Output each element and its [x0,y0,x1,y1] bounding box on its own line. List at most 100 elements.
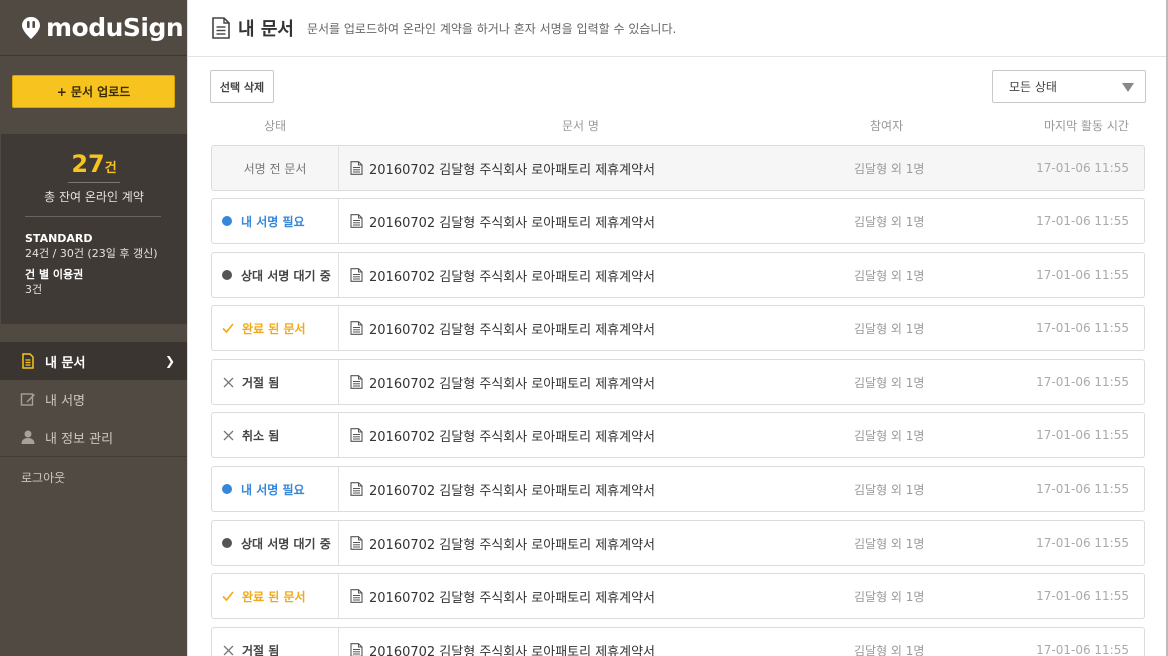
check-icon [222,590,234,602]
status-filter-value: 모든 상태 [1009,80,1057,94]
row-document-name: 20160702 김달형 주식회사 로아패토리 제휴계약서 [369,429,656,445]
column-header-status: 상태 [264,119,287,133]
row-status: 내 서명 필요 [212,199,339,243]
file-icon [350,536,369,550]
row-status-label: 상대 서명 대기 중 [241,536,331,551]
status-dot-icon [222,484,232,494]
row-status-label: 거절 됨 [242,643,280,656]
row-status-label: 완료 된 문서 [242,321,306,336]
check-icon [222,322,234,334]
status-dot-icon [222,538,232,548]
row-document[interactable]: 20160702 김달형 주식회사 로아패토리 제휴계약서 [339,426,854,445]
file-icon [350,482,369,496]
row-document-name: 20160702 김달형 주식회사 로아패토리 제휴계약서 [369,269,656,285]
file-icon [350,321,369,335]
row-document-name: 20160702 김달형 주식회사 로아패토리 제휴계약서 [369,537,656,553]
row-document[interactable]: 20160702 김달형 주식회사 로아패토리 제휴계약서 [339,373,854,392]
row-status-label: 내 서명 필요 [241,482,305,497]
row-document[interactable]: 20160702 김달형 주식회사 로아패토리 제휴계약서 [339,534,854,553]
row-participants: 김달형 외 1명 [854,643,925,656]
file-icon [350,428,369,442]
row-document[interactable]: 20160702 김달형 주식회사 로아패토리 제휴계약서 [339,641,854,656]
column-header-last-activity: 마지막 활동 시간 [1044,119,1129,133]
row-participants: 김달형 외 1명 [854,482,925,497]
row-document[interactable]: 20160702 김달형 주식회사 로아패토리 제휴계약서 [339,159,854,178]
page-description: 문서를 업로드하여 온라인 계약을 하거나 혼자 서명을 입력할 수 있습니다. [306,21,677,36]
document-icon [212,17,230,39]
row-document-name: 20160702 김달형 주식회사 로아패토리 제휴계약서 [369,483,656,499]
row-status: 서명 전 문서 [212,146,339,190]
brand-name: moduSign [46,13,184,42]
table-row[interactable]: 상대 서명 대기 중 20160702 김달형 주식회사 로아패토리 제휴계약서 김… [211,252,1145,298]
toolbar: 선택 삭제 모든 상태 [210,70,1146,103]
row-status: 거절 됨 [212,360,339,404]
sidebar-item-my-documents[interactable]: 내 문서 ❯ [0,342,187,380]
row-status-label: 거절 됨 [242,375,280,390]
row-document[interactable]: 20160702 김달형 주식회사 로아패토리 제휴계약서 [339,480,854,499]
row-participants: 김달형 외 1명 [854,321,925,336]
pass-name: 건 별 이용권 [25,268,84,281]
row-document[interactable]: 20160702 김달형 주식회사 로아패토리 제휴계약서 [339,587,854,606]
row-participants: 김달형 외 1명 [854,536,925,551]
row-participants: 김달형 외 1명 [854,214,925,229]
column-header-participants: 참여자 [870,119,904,133]
pass-count: 3건 [25,283,43,296]
file-icon [350,375,369,389]
plan-info: STANDARD 24건 / 30건 (23일 후 갱신) 건 별 이용권 3건 [1,217,187,297]
row-status-label: 완료 된 문서 [242,589,306,604]
row-status: 취소 됨 [212,413,339,457]
table-row[interactable]: 거절 됨 20160702 김달형 주식회사 로아패토리 제휴계약서 김달형 외 1… [211,359,1145,405]
sidebar-nav: 내 문서 ❯ 내 서명 내 정보 관리 로그아웃 [0,342,187,486]
table-header: 상태 문서 명 참여자 마지막 활동 시간 [210,117,1144,135]
logo[interactable]: moduSign [0,0,187,56]
row-participants: 김달형 외 1명 [854,268,925,283]
close-icon [222,645,234,656]
remaining-count: 27건 [1,150,187,178]
close-icon [222,430,234,441]
plan-usage: 24건 / 30건 (23일 후 갱신) [25,247,158,260]
row-last-activity: 17-01-06 11:55 [1036,321,1129,335]
upload-document-button[interactable]: + 문서 업로드 [12,75,175,108]
row-status: 거절 됨 [212,628,339,656]
logo-pin-icon [22,16,40,39]
row-last-activity: 17-01-06 11:55 [1036,161,1129,175]
table-row[interactable]: 내 서명 필요 20160702 김달형 주식회사 로아패토리 제휴계약서 김달형 … [211,198,1145,244]
row-last-activity: 17-01-06 11:55 [1036,482,1129,496]
row-participants: 김달형 외 1명 [854,589,925,604]
sidebar-item-label: 내 정보 관리 [45,431,114,447]
table-row[interactable]: 내 서명 필요 20160702 김달형 주식회사 로아패토리 제휴계약서 김달형 … [211,466,1145,512]
page-header: 내 문서 문서를 업로드하여 온라인 계약을 하거나 혼자 서명을 입력할 수 … [188,0,1168,57]
remaining-count-unit: 건 [104,161,117,176]
row-last-activity: 17-01-06 11:55 [1036,214,1129,228]
row-document[interactable]: 20160702 김달형 주식회사 로아패토리 제휴계약서 [339,319,854,338]
column-header-document: 문서 명 [562,119,599,133]
plan-name: STANDARD [25,232,93,245]
file-icon [350,268,369,282]
row-status-label: 서명 전 문서 [243,161,307,176]
table-row[interactable]: 취소 됨 20160702 김달형 주식회사 로아패토리 제휴계약서 김달형 외 1… [211,412,1145,458]
logout-link[interactable]: 로그아웃 [0,457,187,486]
table-row[interactable]: 완료 된 문서 20160702 김달형 주식회사 로아패토리 제휴계약서 김달형 … [211,573,1145,619]
table-row[interactable]: 상대 서명 대기 중 20160702 김달형 주식회사 로아패토리 제휴계약서 김… [211,520,1145,566]
document-icon [22,353,34,369]
row-participants: 김달형 외 1명 [854,375,925,390]
row-last-activity: 17-01-06 11:55 [1036,643,1129,656]
row-status-label: 상대 서명 대기 중 [241,268,331,283]
delete-selected-button[interactable]: 선택 삭제 [210,70,274,103]
row-document[interactable]: 20160702 김달형 주식회사 로아패토리 제휴계약서 [339,212,854,231]
sidebar-item-my-info[interactable]: 내 정보 관리 [0,418,187,456]
row-status: 상대 서명 대기 중 [212,253,339,297]
row-document-name: 20160702 김달형 주식회사 로아패토리 제휴계약서 [369,162,656,178]
row-status-label: 취소 됨 [242,428,280,443]
contract-summary: 27건 총 잔여 온라인 계약 STANDARD 24건 / 30건 (23일 … [1,134,187,324]
remaining-count-number: 27 [71,150,105,178]
table-row[interactable]: 서명 전 문서 20160702 김달형 주식회사 로아패토리 제휴계약서 김달형 … [211,145,1145,191]
row-document[interactable]: 20160702 김달형 주식회사 로아패토리 제휴계약서 [339,266,854,285]
row-status: 내 서명 필요 [212,467,339,511]
table-row[interactable]: 거절 됨 20160702 김달형 주식회사 로아패토리 제휴계약서 김달형 외 1… [211,627,1145,656]
status-dot-icon [222,270,232,280]
table-row[interactable]: 완료 된 문서 20160702 김달형 주식회사 로아패토리 제휴계약서 김달형 … [211,305,1145,351]
sidebar-item-my-signature[interactable]: 내 서명 [0,380,187,418]
status-filter-select[interactable]: 모든 상태 [992,70,1146,103]
row-last-activity: 17-01-06 11:55 [1036,428,1129,442]
